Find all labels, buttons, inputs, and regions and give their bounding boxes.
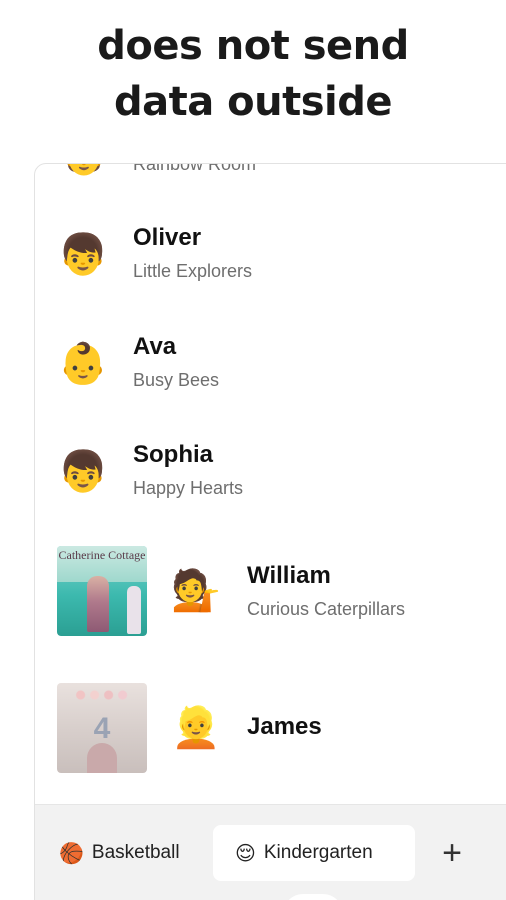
child-photo-thumbnail[interactable]: Catherine Cottage [57, 546, 147, 636]
list-item-oliver[interactable]: 👦 Oliver Little Explorers [35, 224, 506, 320]
headline-line-1: does not send [97, 23, 409, 69]
child-name: Sophia [133, 441, 214, 468]
photo-balloons [75, 689, 131, 701]
blond-person-emoji-icon: 👱 [171, 706, 221, 750]
group-label: Curious Caterpillars [247, 599, 406, 619]
add-group-button[interactable]: + [437, 825, 467, 881]
child-name: Oliver [133, 224, 202, 251]
child-photo-thumbnail[interactable]: 4 [57, 683, 147, 773]
list-item-ava[interactable]: 👶 Ava Busy Bees [35, 333, 506, 429]
app-screen: 🧒 Rainbow Room 👦 Oliver Little Explorers… [34, 163, 506, 900]
promo-headline: does not send data outside [0, 18, 506, 130]
basketball-icon: 🏀 [59, 842, 84, 865]
tab-label: Basketball [91, 842, 180, 863]
photo-figure-secondary [127, 586, 141, 634]
relieved-face-icon: 😌 [235, 842, 256, 865]
photo-figure [87, 743, 117, 773]
group-label: Rainbow Room [133, 163, 257, 174]
baby-emoji-icon: 👶 [58, 342, 108, 386]
child-name: William [247, 562, 331, 589]
child-emoji-icon: 🧒 [59, 164, 109, 176]
woman-tipping-hand-emoji-icon: 💁 [171, 569, 221, 613]
tab-label: Kindergarten [263, 842, 373, 863]
list-item-sophia[interactable]: 👦 Sophia Happy Hearts [35, 441, 506, 537]
child-name: Ava [133, 333, 177, 360]
group-tab-bar: 🏀 Basketball 😌 Kindergarten + [35, 804, 506, 900]
group-label: Little Explorers [133, 261, 253, 281]
list-item-william[interactable]: Catherine Cottage 💁 William Curious Cate… [35, 546, 506, 638]
photo-figure [87, 576, 109, 632]
child-name: James [247, 713, 322, 740]
group-label: Happy Hearts [133, 478, 244, 498]
boy-emoji-icon: 👦 [58, 450, 108, 494]
screenshot-page: does not send data outside 🧒 Rainbow Roo… [0, 0, 506, 900]
list-item-james[interactable]: 4 👱 James [35, 683, 506, 775]
boy-emoji-icon: 👦 [58, 233, 108, 277]
tab-basketball[interactable]: 🏀 Basketball [59, 825, 180, 881]
group-label: Busy Bees [133, 370, 220, 390]
headline-line-2: data outside [113, 79, 393, 125]
tab-kindergarten[interactable]: 😌 Kindergarten [213, 825, 415, 881]
